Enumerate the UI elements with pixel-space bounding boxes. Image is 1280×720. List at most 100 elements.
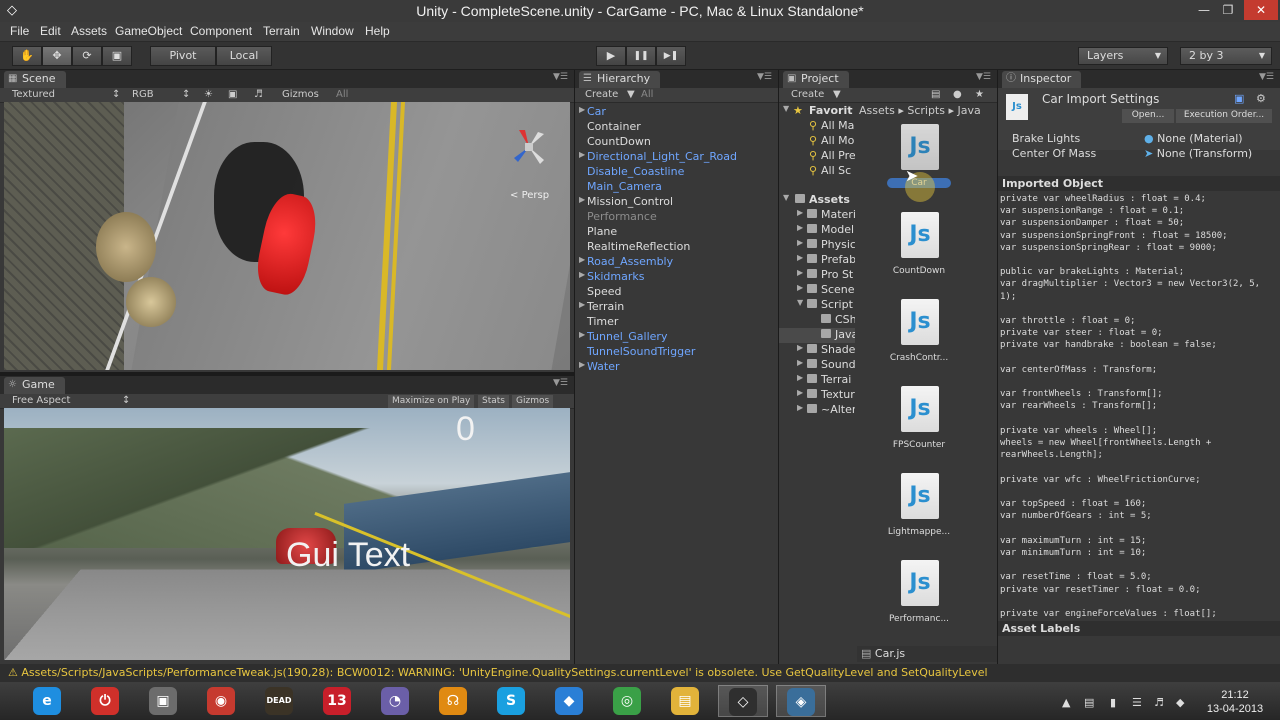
menu-gameobject[interactable]: GameObject <box>115 24 182 38</box>
menu-component[interactable]: Component <box>190 24 252 38</box>
aspect-dropdown[interactable]: Free Aspect <box>12 395 70 406</box>
layers-dropdown[interactable]: Layers ▼ <box>1078 47 1168 65</box>
folder-item[interactable]: ▶ Textur <box>779 388 855 403</box>
menu-file[interactable]: File <box>10 24 29 38</box>
color-mode-dropdown[interactable]: RGB <box>132 89 154 100</box>
scene-viewport[interactable]: < Persp <box>4 102 570 370</box>
pause-button[interactable]: ❚❚ <box>626 46 656 66</box>
taskbar-item-active[interactable]: ◈ <box>776 685 826 717</box>
game-gizmos-dropdown[interactable]: Gizmos <box>512 395 554 408</box>
expand-arrow-icon[interactable]: ▶ <box>797 343 803 352</box>
folder-item[interactable]: ▶ Scene <box>779 283 855 298</box>
taskbar-item[interactable]: ◉ <box>196 685 246 717</box>
taskbar-item[interactable]: e <box>22 685 72 717</box>
taskbar-item[interactable]: DEAD <box>254 685 304 717</box>
hierarchy-item-road-assembly[interactable]: ▶ Road_Assembly <box>579 255 673 270</box>
assets-section[interactable]: ▼ Assets <box>779 193 855 208</box>
asset-crashcontr-script[interactable]: Js CrashContr... <box>859 299 979 383</box>
scene-orientation-gizmo[interactable] <box>504 122 554 172</box>
folder-item-selected[interactable]: Java <box>779 328 855 343</box>
menu-terrain[interactable]: Terrain <box>263 24 300 38</box>
settings-gear-icon[interactable]: ⚙ <box>1256 92 1266 105</box>
filter-by-type-icon[interactable]: ▤ <box>931 89 940 100</box>
maximize-on-play-toggle[interactable]: Maximize on Play <box>388 395 475 408</box>
light-toggle-icon[interactable]: ☀ <box>204 89 213 100</box>
asset-labels-header[interactable]: Asset Labels <box>998 621 1280 636</box>
hierarchy-item-skidmarks[interactable]: ▶ Skidmarks <box>579 270 644 285</box>
hierarchy-item-realtime-reflection[interactable]: RealtimeReflection <box>587 240 690 255</box>
taskbar-item[interactable]: S <box>486 685 536 717</box>
folder-item[interactable]: ▼ Script <box>779 298 855 313</box>
folder-item[interactable]: ▶ ~Alter <box>779 403 855 418</box>
expand-arrow-icon[interactable]: ▶ <box>579 255 585 264</box>
rotate-tool-button[interactable]: ⟳ <box>72 46 102 66</box>
folder-item[interactable]: CSh <box>779 313 855 328</box>
expand-arrow-icon[interactable]: ▼ <box>783 193 789 202</box>
audio-toggle-icon[interactable]: ♬ <box>254 89 263 100</box>
taskbar-item[interactable]: ▤ <box>660 685 710 717</box>
battery-icon[interactable]: ▮ <box>1110 696 1116 709</box>
hierarchy-item-water[interactable]: ▶ Water <box>579 360 620 375</box>
expand-arrow-icon[interactable]: ▶ <box>797 283 803 292</box>
menu-window[interactable]: Window <box>311 24 354 38</box>
hierarchy-item-car[interactable]: ▶ Car <box>579 105 606 120</box>
tab-inspector[interactable]: ⓘ Inspector <box>1002 71 1082 88</box>
expand-arrow-icon[interactable]: ▶ <box>579 195 585 204</box>
expand-arrow-icon[interactable]: ▶ <box>797 253 803 262</box>
folder-item[interactable]: ▶ Model <box>779 223 855 238</box>
wifi-icon[interactable]: ☰ <box>1132 696 1142 709</box>
taskbar-item[interactable]: ⏻ <box>80 685 130 717</box>
favorite-item[interactable]: ⚲ All Sc <box>779 164 855 179</box>
tab-hierarchy[interactable]: ☰ Hierarchy <box>579 71 661 88</box>
move-tool-button[interactable]: ✥ <box>42 46 72 66</box>
taskbar-item[interactable]: ◆ <box>544 685 594 717</box>
expand-arrow-icon[interactable]: ▶ <box>797 358 803 367</box>
expand-arrow-icon[interactable]: ▼ <box>797 298 803 307</box>
folder-item[interactable]: ▶ Materi <box>779 208 855 223</box>
asset-countdown-script[interactable]: Js CountDown <box>859 212 979 296</box>
breadcrumb-item[interactable]: Assets <box>859 104 895 117</box>
expand-arrow-icon[interactable]: ▶ <box>797 208 803 217</box>
step-button[interactable]: ▶❚ <box>656 46 686 66</box>
hierarchy-search-input[interactable]: All <box>641 89 653 100</box>
render-mode-dropdown[interactable]: Textured <box>12 89 55 100</box>
hierarchy-item-timer[interactable]: Timer <box>587 315 618 330</box>
favorite-star-icon[interactable]: ★ <box>975 89 984 100</box>
expand-arrow-icon[interactable]: ▶ <box>797 268 803 277</box>
execution-order-button[interactable]: Execution Order... <box>1176 109 1272 123</box>
expand-arrow-icon[interactable]: ▶ <box>797 238 803 247</box>
scale-tool-button[interactable]: ▣ <box>102 46 132 66</box>
tab-game[interactable]: ☼ Game <box>4 377 65 394</box>
hierarchy-item-mission-control[interactable]: ▶ Mission_Control <box>579 195 673 210</box>
expand-arrow-icon[interactable]: ▶ <box>579 360 585 369</box>
expand-arrow-icon[interactable]: ▶ <box>797 388 803 397</box>
volume-icon[interactable]: ♬ <box>1154 696 1164 709</box>
hierarchy-item-container[interactable]: Container <box>587 120 641 135</box>
folder-item[interactable]: ▶ Pro St <box>779 268 855 283</box>
folder-item[interactable]: ▶ Terrai <box>779 373 855 388</box>
expand-arrow-icon[interactable]: ▶ <box>797 403 803 412</box>
hierarchy-item-speed[interactable]: Speed <box>587 285 621 300</box>
hierarchy-item-plane[interactable]: Plane <box>587 225 617 240</box>
favorite-item[interactable]: ⚲ All Ma <box>779 119 855 134</box>
expand-arrow-icon[interactable]: ▶ <box>579 270 585 279</box>
expand-arrow-icon[interactable]: ▶ <box>579 300 585 309</box>
filter-by-label-icon[interactable]: ● <box>953 89 962 100</box>
expand-arrow-icon[interactable]: ▶ <box>797 223 803 232</box>
console-status-bar[interactable]: ⚠ Assets/Scripts/JavaScripts/Performance… <box>0 664 1280 682</box>
center-of-mass-field[interactable]: ➤ None (Transform) <box>1144 147 1274 160</box>
menu-edit[interactable]: Edit <box>40 24 61 38</box>
taskbar-item[interactable]: ☊ <box>428 685 478 717</box>
expand-arrow-icon[interactable]: ▶ <box>797 373 803 382</box>
scene-search-input[interactable]: All <box>336 89 348 100</box>
asset-lightmapper-script[interactable]: Js Lightmappe... <box>859 473 979 557</box>
favorites-section[interactable]: ▼ ★ Favorit <box>779 104 855 119</box>
panel-menu-icon[interactable]: ▼☰ <box>553 378 568 388</box>
asset-fpscounter-script[interactable]: Js FPSCounter <box>859 386 979 470</box>
play-button[interactable]: ▶ <box>596 46 626 66</box>
hierarchy-item-performance[interactable]: Performance <box>587 210 657 225</box>
image-toggle-icon[interactable]: ▣ <box>228 89 237 100</box>
hierarchy-create-dropdown[interactable]: Create <box>585 89 618 100</box>
panel-menu-icon[interactable]: ▼☰ <box>1259 72 1274 82</box>
favorite-item[interactable]: ⚲ All Mo <box>779 134 855 149</box>
